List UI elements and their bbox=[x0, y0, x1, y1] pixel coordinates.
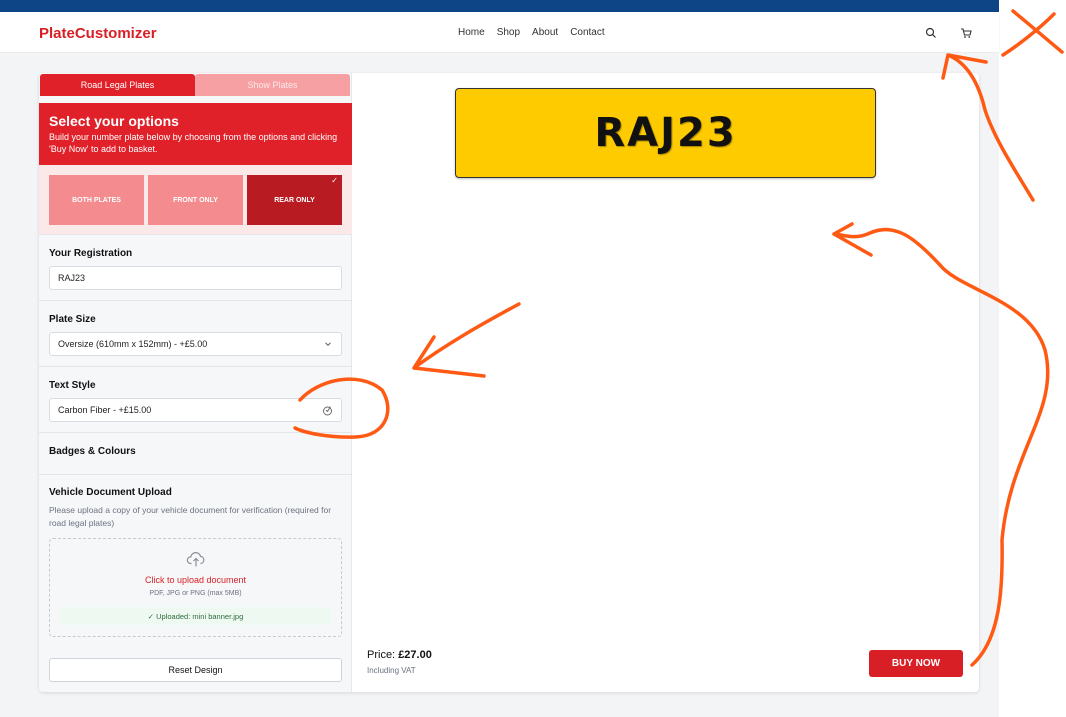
document-dropzone[interactable]: Click to upload document PDF, JPG or PNG… bbox=[49, 538, 342, 637]
plate-size-select[interactable]: Oversize (610mm x 152mm) - +£5.00 bbox=[49, 332, 342, 356]
nav-contact[interactable]: Contact bbox=[570, 27, 604, 38]
plate-size-section: Plate Size Oversize (610mm x 152mm) - +£… bbox=[39, 301, 352, 367]
options-panel: Road Legal Plates Show Plates Select you… bbox=[39, 73, 352, 692]
front-only-label: FRONT ONLY bbox=[173, 196, 218, 204]
upload-cta[interactable]: Click to upload document bbox=[50, 575, 341, 585]
options-title: Select your options bbox=[49, 113, 179, 129]
upload-label: Vehicle Document Upload bbox=[49, 487, 172, 498]
upload-status: ✓ Uploaded: mini banner.jpg bbox=[60, 607, 331, 625]
site-header: PlateCustomizer Home Shop About Contact bbox=[0, 12, 999, 53]
buy-now-button[interactable]: BUY NOW bbox=[869, 650, 963, 677]
customizer-card: Road Legal Plates Show Plates Select you… bbox=[39, 73, 979, 692]
text-style-label: Text Style bbox=[49, 380, 96, 391]
nav-about[interactable]: About bbox=[532, 27, 558, 38]
both-plates-button[interactable]: BOTH PLATES bbox=[49, 175, 144, 225]
dropdown-indicator-icon bbox=[323, 406, 332, 416]
close-x-annotation bbox=[1001, 9, 1064, 57]
price-display: Price: £27.00 bbox=[367, 649, 432, 661]
both-plates-label: BOTH PLATES bbox=[72, 196, 121, 204]
nav-shop[interactable]: Shop bbox=[497, 27, 520, 38]
plate-preview-text: RAJ23 bbox=[594, 110, 737, 156]
plate-coverage-selector: BOTH PLATES FRONT ONLY REAR ONLY ✓ bbox=[39, 165, 352, 235]
plate-preview: RAJ23 bbox=[455, 88, 876, 178]
top-accent-bar bbox=[0, 0, 999, 12]
badges-label: Badges & Colours bbox=[49, 446, 136, 457]
site-logo[interactable]: PlateCustomizer bbox=[39, 25, 157, 42]
plate-type-tabs: Road Legal Plates Show Plates bbox=[40, 74, 350, 96]
chevron-down-icon bbox=[325, 342, 331, 347]
text-style-select[interactable]: Carbon Fiber - +£15.00 bbox=[49, 398, 342, 422]
plate-size-value: Oversize (610mm x 152mm) - +£5.00 bbox=[58, 339, 208, 349]
search-icon[interactable] bbox=[925, 27, 937, 39]
badges-section[interactable]: Badges & Colours bbox=[39, 433, 352, 475]
selected-check-icon: ✓ bbox=[331, 176, 338, 185]
price-label: Price: bbox=[367, 649, 396, 661]
cloud-upload-icon bbox=[186, 552, 205, 567]
tab-road-legal[interactable]: Road Legal Plates bbox=[40, 74, 195, 96]
text-style-value: Carbon Fiber - +£15.00 bbox=[58, 405, 152, 415]
upload-description: Please upload a copy of your vehicle doc… bbox=[49, 505, 332, 528]
price-amount: £27.00 bbox=[398, 649, 432, 661]
registration-label: Your Registration bbox=[49, 248, 133, 259]
text-style-section: Text Style Carbon Fiber - +£15.00 bbox=[39, 367, 352, 433]
tab-show-plates[interactable]: Show Plates bbox=[195, 74, 350, 96]
rear-only-button[interactable]: REAR ONLY ✓ bbox=[247, 175, 342, 225]
upload-formats: PDF, JPG or PNG (max 5MB) bbox=[149, 590, 242, 597]
reset-design-button[interactable]: Reset Design bbox=[49, 658, 342, 682]
registration-input[interactable]: RAJ23 bbox=[49, 266, 342, 290]
options-header: Select your options Build your number pl… bbox=[39, 103, 352, 165]
registration-section: Your Registration RAJ23 bbox=[39, 235, 352, 301]
plate-size-label: Plate Size bbox=[49, 314, 96, 325]
main-nav: Home Shop About Contact bbox=[458, 27, 617, 38]
cart-icon[interactable] bbox=[960, 27, 972, 39]
options-subtitle: Build your number plate below by choosin… bbox=[49, 132, 338, 154]
nav-home[interactable]: Home bbox=[458, 27, 485, 38]
vat-note: Including VAT bbox=[367, 666, 416, 675]
front-only-button[interactable]: FRONT ONLY bbox=[148, 175, 243, 225]
rear-only-label: REAR ONLY bbox=[274, 196, 315, 204]
